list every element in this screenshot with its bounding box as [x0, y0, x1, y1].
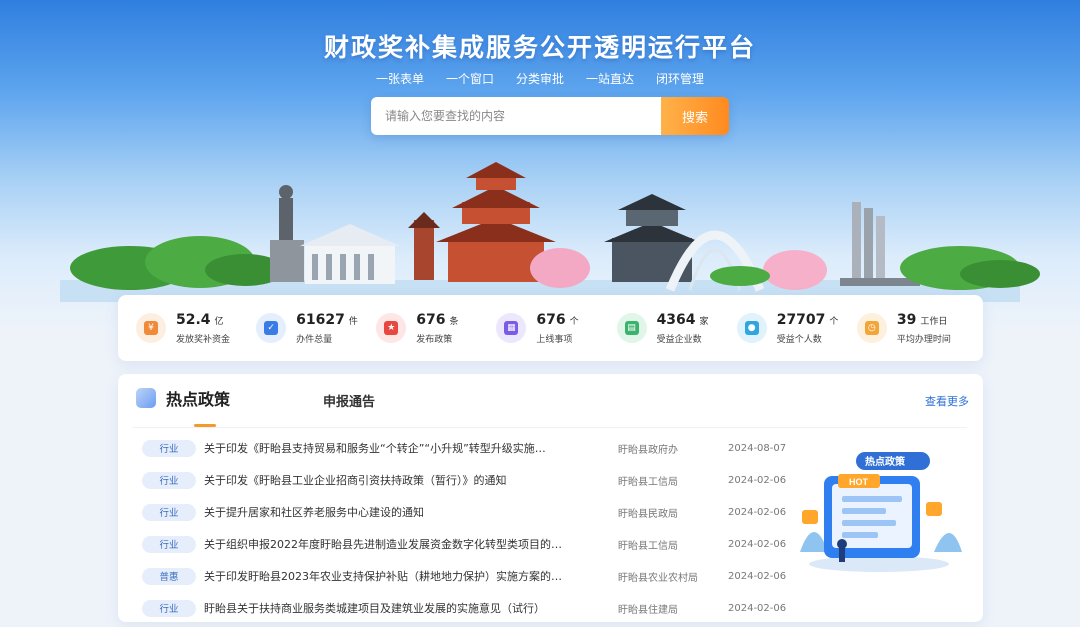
stat-value: 39 — [896, 311, 917, 328]
stat-unit: 个 — [569, 316, 579, 327]
policy-title-link[interactable]: 关于提升居家和社区养老服务中心建设的通知 — [204, 504, 588, 520]
illustration-badge-label: 热点政策 — [865, 455, 906, 468]
policy-department: 盱眙县住建局 — [618, 604, 678, 616]
policy-category-badge: 行业 — [142, 599, 196, 617]
policy-category-badge: 行业 — [142, 503, 196, 521]
stat-label: 上线事项 — [536, 334, 573, 345]
stat-label: 受益企业数 — [656, 334, 702, 345]
stat-total-cases: ✓ 61627 件 办件总量 — [250, 312, 370, 345]
stat-value: 52.4 — [176, 311, 211, 328]
policy-row[interactable]: 行业 盱眙县关于扶持商业服务类城建项目及建筑业发展的实施意见（试行） 盱眙县住建… — [142, 592, 786, 624]
stat-value: 27707 — [776, 311, 826, 328]
policy-title-link[interactable]: 关于印发《盱眙县支持贸易和服务业“个转企”“小升规”转型升级实施… — [204, 440, 588, 456]
policy-date: 2024-02-06 — [728, 506, 787, 518]
stat-published-policies: ★ 676 条 发布政策 — [370, 312, 490, 345]
policy-date: 2024-02-06 — [728, 474, 787, 486]
stat-unit: 家 — [699, 316, 709, 327]
stat-benefited-enterprises: ▤ 4364 家 受益企业数 — [611, 312, 731, 345]
stat-unit: 亿 — [214, 316, 224, 327]
stat-value: 676 — [416, 311, 446, 328]
hero-banner: 财政奖补集成服务公开透明运行平台 一张表单 一个窗口 分类审批 一站直达 闭环管… — [0, 0, 1080, 330]
policy-panel-header: 热点政策 申报通告 查看更多 — [118, 374, 983, 427]
search-input[interactable] — [371, 97, 661, 135]
stat-value: 61627 — [296, 311, 345, 328]
stat-benefited-individuals: ● 27707 个 受益个人数 — [731, 312, 851, 345]
slogan-tags: 一张表单 一个窗口 分类审批 一站直达 闭环管理 — [0, 70, 1080, 87]
tab-hot-policies-label: 热点政策 — [166, 390, 231, 409]
tab-application-notices[interactable]: 申报通告 — [323, 391, 375, 410]
stat-unit: 条 — [449, 316, 459, 327]
policy-row[interactable]: 行业 关于组织申报2022年度盱眙县先进制造业发展资金数字化转型类项目的… 盱眙… — [142, 528, 786, 560]
stats-summary-card: ¥ 52.4 亿 发放奖补资金 ✓ 61627 件 办件总量 ★ 676 条 发布政策… — [118, 295, 983, 361]
view-more-link[interactable]: 查看更多 — [925, 393, 969, 409]
policy-category-badge: 普惠 — [142, 567, 196, 585]
policy-department: 盱眙县政府办 — [618, 444, 678, 456]
policy-category-badge: 行业 — [142, 439, 196, 457]
slogan-tag: 一个窗口 — [445, 72, 494, 86]
stat-label: 受益个人数 — [776, 334, 822, 345]
stat-average-processing-time: ◷ 39 工作日 平均办理时间 — [851, 312, 971, 345]
stat-label: 办件总量 — [296, 334, 333, 345]
stat-unit: 件 — [348, 316, 358, 327]
policy-date: 2024-02-06 — [728, 570, 787, 582]
policy-department: 盱眙县工信局 — [618, 476, 678, 488]
divider — [132, 427, 967, 428]
stat-value: 4364 — [656, 311, 696, 328]
stat-unit: 工作日 — [920, 316, 948, 327]
building-icon: ▦ — [496, 313, 527, 343]
stat-subsidy-amount: ¥ 52.4 亿 发放奖补资金 — [130, 312, 250, 345]
city-landmarks-illustration — [60, 162, 1040, 302]
clock-icon: ◷ — [856, 313, 887, 343]
illustration-hot-label: HOT — [849, 477, 869, 487]
clipboard-check-icon: ✓ — [256, 313, 287, 343]
policy-title-link[interactable]: 关于组织申报2022年度盱眙县先进制造业发展资金数字化转型类项目的… — [204, 536, 588, 552]
policy-department: 盱眙县工信局 — [618, 540, 678, 552]
policy-title-link[interactable]: 关于印发《盱眙县工业企业招商引资扶持政策（暂行）》的通知 — [204, 472, 588, 488]
tab-hot-policies[interactable]: 热点政策 — [136, 386, 230, 410]
money-bag-icon: ¥ — [136, 313, 166, 343]
stat-label: 发布政策 — [416, 334, 453, 345]
policy-date: 2024-02-06 — [728, 602, 787, 614]
stat-label: 发放奖补资金 — [176, 334, 231, 345]
policy-department: 盱眙县农业农村局 — [618, 572, 698, 584]
policy-document-icon: ★ — [376, 313, 407, 343]
slogan-tag: 闭环管理 — [656, 72, 705, 86]
policy-date: 2024-02-06 — [728, 538, 787, 550]
slogan-tag: 分类审批 — [515, 72, 564, 86]
stat-online-items: ▦ 676 个 上线事项 — [490, 312, 610, 345]
hot-policy-icon — [136, 388, 156, 408]
policy-title-link[interactable]: 关于印发盱眙县2023年农业支持保护补贴（耕地地力保护）实施方案的… — [204, 568, 588, 584]
policy-row[interactable]: 行业 关于印发《盱眙县工业企业招商引资扶持政策（暂行）》的通知 盱眙县工信局 2… — [142, 464, 786, 496]
stat-label: 平均办理时间 — [896, 334, 951, 345]
stat-value: 676 — [536, 311, 566, 328]
policy-title-link[interactable]: 盱眙县关于扶持商业服务类城建项目及建筑业发展的实施意见（试行） — [204, 600, 588, 616]
person-icon: ● — [736, 313, 767, 343]
policy-row[interactable]: 普惠 关于印发盱眙县2023年农业支持保护补贴（耕地地力保护）实施方案的… 盱眙… — [142, 560, 786, 592]
stat-unit: 个 — [829, 316, 839, 327]
policy-category-badge: 行业 — [142, 535, 196, 553]
policy-category-badge: 行业 — [142, 471, 196, 489]
search-bar: 搜索 — [371, 97, 729, 135]
slogan-tag: 一站直达 — [586, 72, 635, 86]
enterprise-icon: ▤ — [616, 313, 647, 343]
search-button[interactable]: 搜索 — [661, 97, 729, 135]
policy-panel: 热点政策 申报通告 查看更多 行业 关于印发《盱眙县支持贸易和服务业“个转企”“… — [118, 374, 983, 622]
policy-department: 盱眙县民政局 — [618, 508, 678, 520]
hot-policy-illustration: HOT 热点政策 — [800, 452, 962, 572]
policy-row[interactable]: 行业 关于印发《盱眙县支持贸易和服务业“个转企”“小升规”转型升级实施… 盱眙县… — [142, 432, 786, 464]
policy-row[interactable]: 行业 关于提升居家和社区养老服务中心建设的通知 盱眙县民政局 2024-02-0… — [142, 496, 786, 528]
platform-title: 财政奖补集成服务公开透明运行平台 — [323, 33, 756, 62]
policy-list: 行业 关于印发《盱眙县支持贸易和服务业“个转企”“小升规”转型升级实施… 盱眙县… — [142, 432, 786, 624]
policy-date: 2024-08-07 — [728, 442, 787, 454]
slogan-tag: 一张表单 — [375, 72, 424, 86]
